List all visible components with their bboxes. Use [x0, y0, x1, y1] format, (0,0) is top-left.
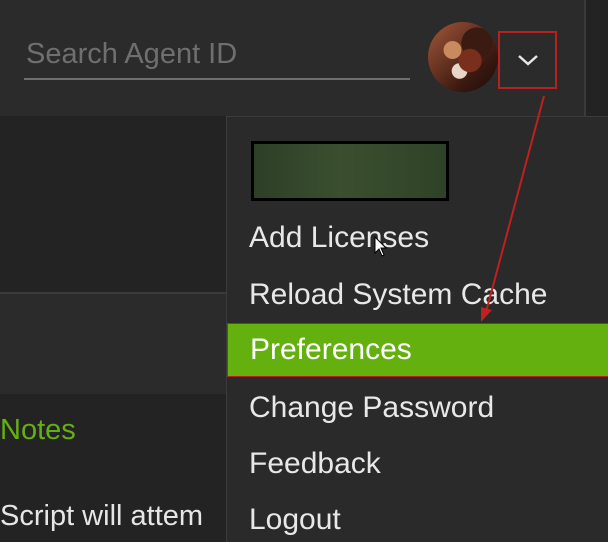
header-divider: [584, 0, 586, 116]
top-header: [0, 0, 586, 116]
content-panel: [0, 294, 228, 394]
chevron-down-icon: [518, 55, 538, 66]
app-root: Notes Script will attem Add Licenses Rel…: [0, 0, 608, 542]
menu-item-change-password[interactable]: Change Password: [227, 381, 608, 435]
menu-item-preferences[interactable]: Preferences: [227, 323, 608, 377]
search-area: [24, 30, 410, 86]
agent-id-search-input[interactable]: [24, 30, 410, 80]
user-dropdown-menu: Add Licenses Reload System Cache Prefere…: [226, 116, 608, 542]
redacted-username: [251, 141, 449, 201]
user-avatar[interactable]: [428, 22, 498, 92]
menu-item-add-licenses[interactable]: Add Licenses: [227, 211, 608, 265]
notes-text: Script will attem: [0, 500, 204, 532]
user-menu-toggle-button[interactable]: [498, 31, 557, 89]
menu-item-feedback[interactable]: Feedback: [227, 437, 608, 491]
menu-item-reload-system-cache[interactable]: Reload System Cache: [227, 268, 608, 322]
menu-item-logout[interactable]: Logout: [227, 493, 608, 542]
notes-heading: Notes: [0, 414, 76, 446]
